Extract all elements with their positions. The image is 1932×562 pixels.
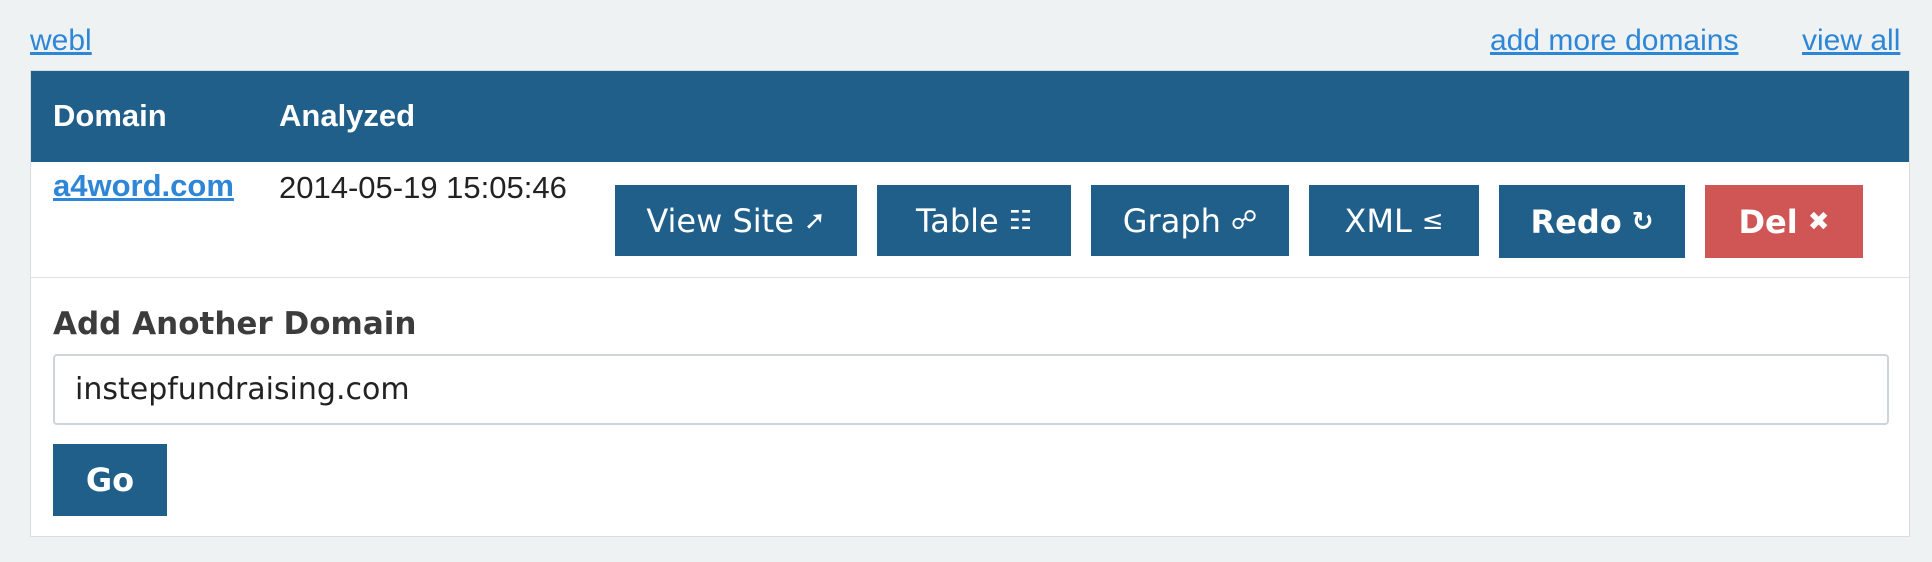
- graph-button[interactable]: Graph ☍: [1091, 185, 1289, 256]
- redo-button[interactable]: Redo ↻: [1499, 185, 1685, 258]
- domain-input[interactable]: [53, 354, 1889, 425]
- page: webl add more domains view all Domain An…: [0, 0, 1932, 562]
- graph-icon: ☍: [1230, 205, 1258, 236]
- analyzed-timestamp: 2014-05-19 15:05:46: [279, 170, 567, 205]
- table-icon: ☷: [1008, 205, 1033, 236]
- table-header: Domain Analyzed: [31, 71, 1909, 162]
- domain-link[interactable]: a4word.com: [53, 168, 234, 204]
- view-all-link[interactable]: view all: [1802, 23, 1900, 59]
- table-button[interactable]: Table ☷: [877, 185, 1071, 256]
- add-more-domains-link[interactable]: add more domains: [1490, 23, 1738, 59]
- graph-label: Graph: [1122, 201, 1221, 240]
- view-site-label: View Site: [646, 201, 794, 240]
- column-header-analyzed: Analyzed: [279, 98, 416, 133]
- xml-label: XML: [1344, 201, 1412, 240]
- xml-button[interactable]: XML ≤: [1309, 185, 1479, 256]
- view-site-button[interactable]: View Site ➚: [615, 185, 857, 256]
- delete-icon: ✖: [1807, 206, 1830, 237]
- webl-link[interactable]: webl: [30, 23, 92, 59]
- xml-icon: ≤: [1421, 205, 1444, 236]
- redo-icon: ↻: [1631, 206, 1654, 237]
- external-arrow-icon: ➚: [803, 205, 826, 236]
- delete-button[interactable]: Del ✖: [1705, 185, 1863, 258]
- domains-panel: Domain Analyzed a4word.com 2014-05-19 15…: [30, 70, 1910, 537]
- add-domain-label: Add Another Domain: [53, 306, 417, 342]
- column-header-domain: Domain: [53, 98, 167, 133]
- go-button[interactable]: Go: [53, 444, 167, 516]
- redo-label: Redo: [1530, 202, 1622, 241]
- go-label: Go: [85, 461, 135, 499]
- delete-label: Del: [1738, 202, 1798, 241]
- table-label: Table: [915, 201, 999, 240]
